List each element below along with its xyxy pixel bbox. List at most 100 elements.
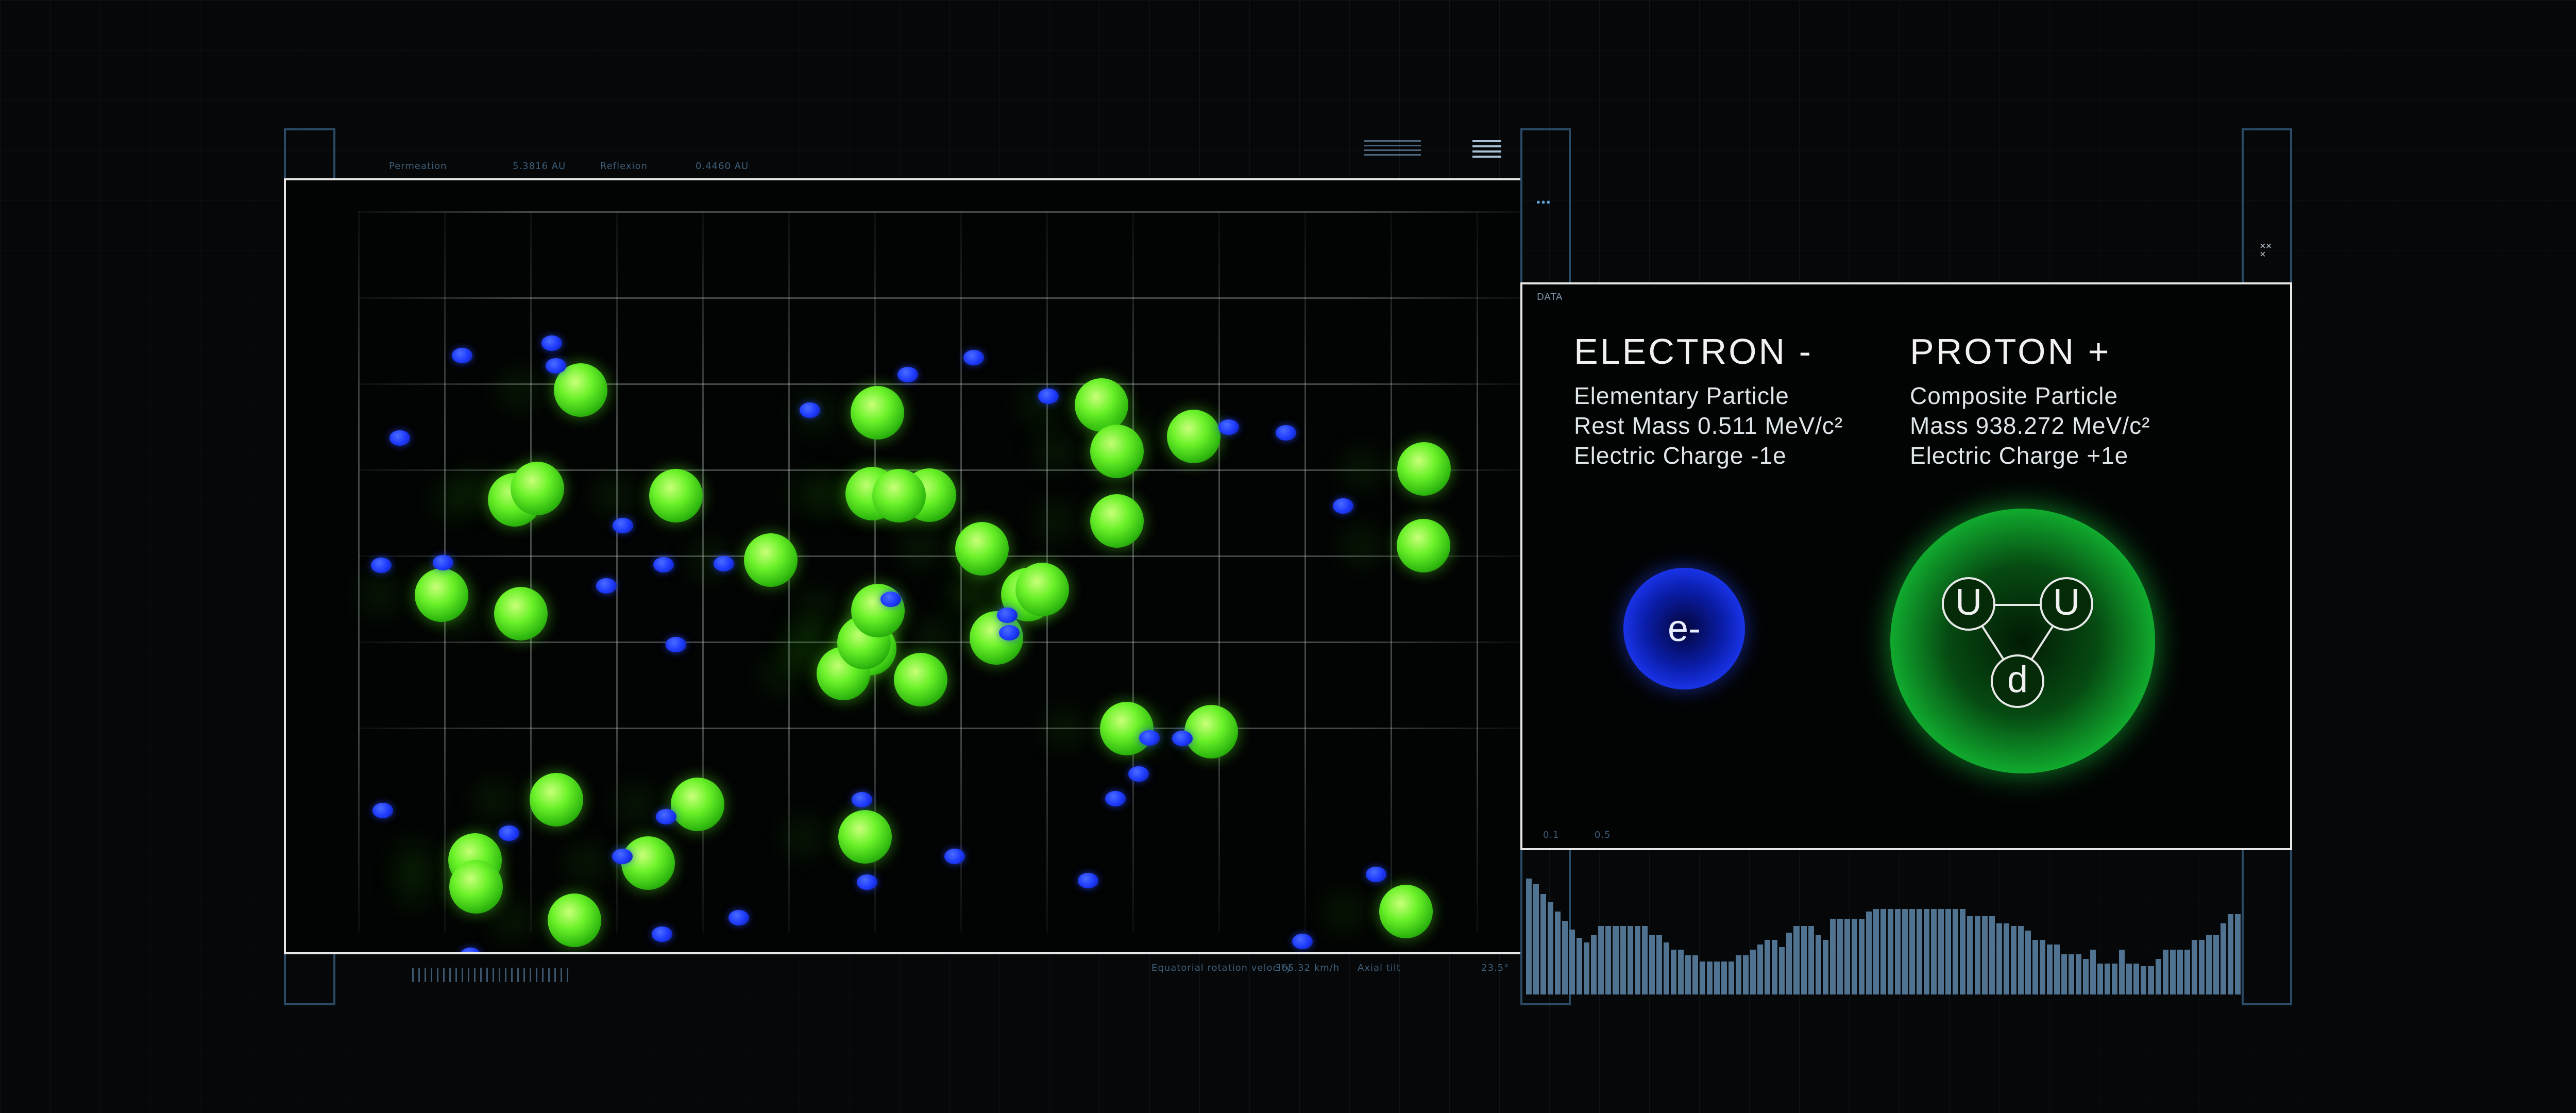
proton-particle [1090,494,1144,548]
histogram-bar [1577,937,1583,994]
electron-particle [432,554,453,570]
histogram-bar [2061,954,2067,994]
proton-line2: Mass 938.272 MeV/c² [1910,412,2150,439]
proton-particle [1396,519,1450,573]
histogram-bar [1989,916,1995,994]
simulation-viewport[interactable] [284,178,1522,954]
close-icon[interactable]: ××× [2260,241,2272,260]
electron-particle [1292,934,1313,950]
histogram-bar [2220,923,2226,994]
histogram-bar [2010,925,2016,994]
electron-particle [1275,425,1296,441]
histogram-bar [2198,940,2205,994]
histogram-bar [1801,925,1807,994]
histogram-bar [2054,945,2060,994]
electron-particle [370,557,392,573]
electron-particle [546,358,567,374]
header-stat-value-2: 0.4460 AU [696,161,749,172]
histogram-bar [2227,914,2233,994]
histogram-bar [1555,912,1561,994]
electron-particle [880,591,901,607]
histogram-bar [1931,909,1937,994]
histogram-bar [1721,961,1727,994]
electron-particle [998,625,1020,640]
proton-particle [1184,705,1238,759]
quark-u-left: U [1942,577,1995,631]
electron-particle [897,367,919,383]
histogram-bar [1902,909,1908,994]
footer-label: Equatorial rotation velocity [1151,963,1292,973]
electron-particle [653,557,674,573]
spectrum-histogram [1526,876,2242,994]
histogram-bar [1851,918,1857,994]
electron-particle [666,636,687,652]
histogram-bar [2018,925,2024,994]
electron-sphere[interactable]: e- [1623,568,1745,689]
electron-particle [460,947,481,952]
more-dots-icon[interactable]: ••• [1536,196,1551,209]
histogram-bar [2046,945,2053,994]
list-icon[interactable] [1472,140,1501,158]
histogram-bar [1663,942,1669,994]
histogram-bar [1924,909,1930,994]
electron-particle [713,555,734,571]
horizontal-ruler [412,968,569,982]
histogram-bar [1707,961,1713,994]
histogram-bar [1526,878,1532,994]
electron-line3: Electric Charge -1e [1574,442,1787,469]
histogram-bar [2105,964,2111,994]
histogram-bar [1974,916,1980,994]
histogram-bar [1591,935,1597,994]
histogram-bar [2184,949,2190,994]
histogram-bar [2112,964,2118,994]
histogram-bar [2162,949,2168,994]
electron-line1: Elementary Particle [1574,382,1789,409]
histogram-bar [1938,909,1944,994]
histogram-bar [1779,947,1785,994]
proton-particle [510,462,564,516]
histogram-bar [1634,925,1640,994]
histogram-bar [1750,949,1756,994]
proton-particle [893,652,947,706]
proton-particle [872,468,926,522]
histogram-bar [2119,949,2125,994]
histogram-bar [1873,909,1879,994]
histogram-bar [1996,923,2002,994]
quark-label-3: d [2007,659,2028,700]
proton-particle [1090,424,1144,478]
proton-sphere[interactable]: U U d [1890,509,2155,773]
quark-diagram [1968,604,2067,682]
proton-particle [547,893,601,948]
proton-particle [743,533,798,587]
quark-label-2: U [2053,582,2080,623]
histogram-bar [1888,909,1894,994]
histogram-bar [1895,909,1901,994]
histogram-bar [1829,918,1836,994]
proton-particle [449,859,503,914]
proton-particle [851,584,905,638]
histogram-bar [1837,918,1843,994]
histogram-bar [1620,925,1626,994]
proton-particle [671,778,725,832]
histogram-bar [1685,955,1691,994]
histogram-bar [2234,914,2241,994]
histogram-bar [1692,955,1698,994]
electron-particle [728,910,750,926]
electron-particle [389,430,411,446]
footer-extra: Axial tilt [1358,963,1401,973]
histogram-bar [1844,918,1850,994]
histogram-bar [2141,966,2147,994]
histogram-bar [1641,925,1648,994]
electron-particle [963,349,984,365]
header-stat-label-1: Permeation [389,161,447,172]
proton-line3: Electric Charge +1e [1910,442,2129,469]
histogram-bar [2076,954,2082,994]
electron-particle [451,348,472,364]
histogram-bar [2170,949,2176,994]
proton-particle [1397,442,1451,496]
scale-label-1: 0.1 [1543,830,1560,840]
electron-particle [1105,790,1126,806]
equalizer-icon[interactable] [1364,140,1421,158]
histogram-bar [2177,949,2183,994]
electron-particle [944,848,965,864]
